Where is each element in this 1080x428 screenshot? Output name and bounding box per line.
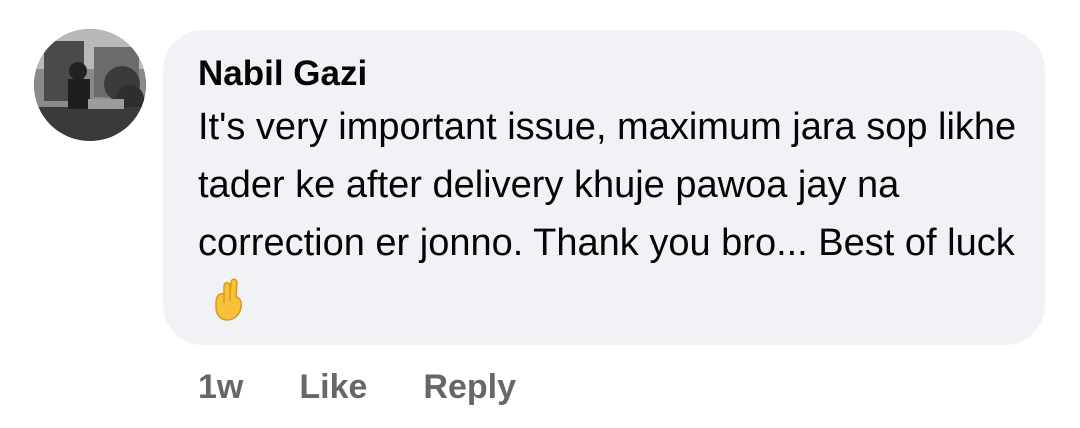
avatar-photo xyxy=(34,29,146,141)
comment-bubble: Nabil Gazi It's very important issue, ma… xyxy=(163,30,1045,345)
comment-timestamp[interactable]: 1w xyxy=(198,368,243,407)
comment-actions: 1w Like Reply xyxy=(198,365,516,409)
avatar[interactable] xyxy=(34,29,146,141)
comment-author[interactable]: Nabil Gazi xyxy=(198,52,1009,96)
comment-text: It's very important issue, maximum jara … xyxy=(198,106,1017,264)
like-button[interactable]: Like xyxy=(299,368,367,407)
comment-body: It's very important issue, maximum jara … xyxy=(198,98,1018,338)
reply-button[interactable]: Reply xyxy=(423,368,516,407)
crossed-fingers-icon xyxy=(210,277,246,338)
